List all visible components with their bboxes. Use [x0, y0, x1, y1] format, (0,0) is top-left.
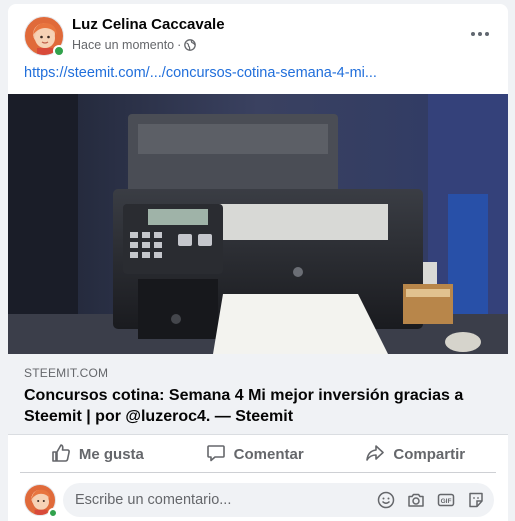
share-arrow-icon: [365, 443, 385, 467]
post-author-name[interactable]: Luz Celina Caccavale: [72, 16, 225, 33]
sticker-icon[interactable]: [466, 490, 486, 510]
post-actions-bar: Me gusta Comentar Compartir: [20, 437, 496, 473]
comment-input[interactable]: [63, 483, 363, 517]
author-avatar-wrapper[interactable]: [24, 16, 65, 57]
globe-icon[interactable]: [184, 39, 197, 51]
speech-bubble-icon: [206, 443, 226, 467]
post-time[interactable]: Hace un momento: [72, 38, 174, 52]
like-button[interactable]: Me gusta: [39, 437, 156, 473]
thumbs-up-icon: [51, 443, 71, 467]
svg-text:GIF: GIF: [441, 498, 452, 505]
link-domain: STEEMIT.COM: [24, 366, 109, 380]
comment-composer: GIF: [8, 480, 508, 520]
comment-button[interactable]: Comentar: [194, 437, 316, 473]
post-header: Luz Celina Caccavale Hace un momento ·: [8, 4, 508, 60]
emoji-icon[interactable]: [376, 490, 396, 510]
share-label: Compartir: [393, 446, 466, 463]
gif-icon[interactable]: GIF: [436, 490, 456, 510]
commenter-avatar-wrapper[interactable]: [24, 484, 58, 518]
camera-icon[interactable]: [406, 490, 426, 510]
post-card: Luz Celina Caccavale Hace un momento · h…: [8, 4, 508, 521]
meta-separator: ·: [177, 38, 182, 52]
online-status-dot: [53, 45, 65, 57]
share-button[interactable]: Compartir: [353, 437, 477, 473]
link-preview-info[interactable]: STEEMIT.COM Concursos cotina: Semana 4 M…: [8, 354, 508, 435]
link-preview-image[interactable]: [8, 94, 508, 354]
like-label: Me gusta: [78, 446, 144, 463]
comment-label: Comentar: [233, 446, 304, 463]
link-title[interactable]: Concursos cotina: Semana 4 Mi mejor inve…: [24, 385, 494, 427]
more-options-icon[interactable]: [464, 22, 496, 46]
commenter-online-dot: [48, 508, 58, 518]
post-link[interactable]: https://steemit.com/.../concursos-cotina…: [24, 65, 377, 81]
comment-box[interactable]: GIF: [63, 483, 494, 517]
post-meta: Hace un momento ·: [72, 38, 197, 52]
comment-tools: GIF: [376, 490, 486, 510]
